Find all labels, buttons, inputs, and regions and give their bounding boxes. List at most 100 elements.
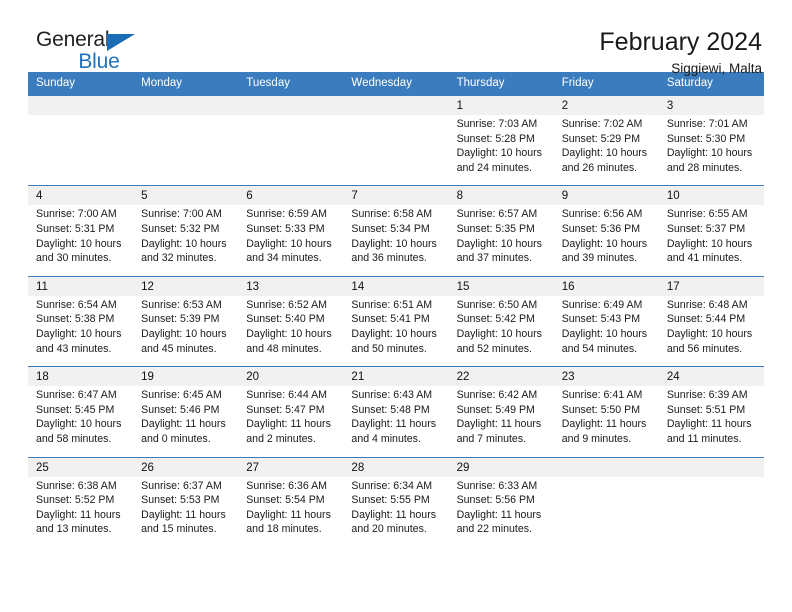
day-detail-cell[interactable]: Sunrise: 6:59 AM Sunset: 5:33 PM Daylight:… [238, 205, 344, 277]
day-number[interactable]: 25 [28, 456, 134, 477]
sunset-text: Sunset: 5:30 PM [666, 132, 746, 145]
page-header: General Blue February 2024 Siggiewi, Mal… [28, 0, 764, 76]
sunset-text: Sunset: 5:28 PM [456, 132, 535, 145]
day-detail-cell[interactable]: Sunrise: 6:48 AM Sunset: 5:44 PM Daylight:… [658, 295, 764, 367]
day-number[interactable]: 17 [658, 275, 764, 296]
day-number[interactable]: 4 [28, 185, 134, 206]
day-number[interactable]: 24 [658, 366, 764, 387]
day-number[interactable]: 10 [658, 185, 764, 206]
weekday-header-wednesday: Wednesday [343, 72, 449, 96]
week-daynumber-row: 25 26 27 28 29 [28, 456, 764, 477]
day-number-empty [238, 95, 344, 115]
day-number[interactable]: 27 [238, 456, 344, 477]
sunset-text: Sunset: 5:55 PM [351, 494, 430, 507]
sunrise-text: Sunrise: 6:51 AM [351, 298, 433, 311]
sunset-text: Sunset: 5:52 PM [36, 494, 115, 507]
day-detail-cell[interactable]: Sunrise: 6:44 AM Sunset: 5:47 PM Daylight:… [238, 386, 344, 457]
day-number[interactable]: 7 [343, 185, 449, 206]
day-detail-cell[interactable]: Sunrise: 6:50 AM Sunset: 5:42 PM Daylight:… [448, 295, 554, 367]
day-detail-cell[interactable]: Sunrise: 6:49 AM Sunset: 5:43 PM Daylight:… [553, 295, 659, 367]
day-number[interactable]: 28 [343, 456, 449, 477]
sunrise-text: Sunrise: 6:57 AM [456, 208, 538, 221]
sunrise-text: Sunrise: 6:38 AM [36, 479, 117, 492]
day-number[interactable]: 26 [133, 456, 239, 477]
day-detail-cell[interactable]: Sunrise: 6:47 AM Sunset: 5:45 PM Daylight:… [28, 386, 134, 457]
general-blue-logo[interactable]: General Blue [28, 28, 156, 73]
sunset-text: Sunset: 5:46 PM [141, 403, 220, 416]
day-number[interactable]: 29 [448, 456, 554, 477]
day-number-empty [343, 95, 449, 115]
day-number[interactable]: 16 [553, 275, 659, 296]
sunrise-text: Sunrise: 6:44 AM [246, 389, 327, 402]
sunset-text: Sunset: 5:48 PM [351, 403, 430, 416]
day-number[interactable]: 3 [658, 95, 764, 115]
sunset-text: Sunset: 5:45 PM [36, 403, 115, 416]
weekday-header-sunday: Sunday [28, 72, 134, 96]
day-detail-cell[interactable]: Sunrise: 6:38 AM Sunset: 5:52 PM Daylight:… [28, 476, 134, 547]
day-number[interactable]: 5 [133, 185, 239, 206]
day-detail-cell[interactable]: Sunrise: 7:00 AM Sunset: 5:32 PM Daylight:… [133, 205, 239, 277]
day-detail-cell[interactable]: Sunrise: 6:55 AM Sunset: 5:37 PM Daylight:… [658, 205, 764, 277]
day-number[interactable]: 23 [553, 366, 659, 387]
day-detail-cell[interactable]: Sunrise: 6:57 AM Sunset: 5:35 PM Daylight:… [448, 205, 554, 277]
daylight-text: Daylight: 11 hours and 11 minutes. [666, 418, 752, 445]
daylight-text: Daylight: 10 hours and 32 minutes. [141, 237, 227, 265]
day-number[interactable]: 22 [448, 366, 554, 387]
day-detail-cell[interactable]: Sunrise: 6:58 AM Sunset: 5:34 PM Daylight:… [343, 205, 449, 277]
day-detail-cell[interactable]: Sunrise: 6:42 AM Sunset: 5:49 PM Daylight:… [448, 386, 554, 457]
day-detail-cell[interactable]: Sunrise: 6:33 AM Sunset: 5:56 PM Daylight:… [448, 476, 554, 547]
day-detail-cell-empty [133, 115, 239, 186]
sunset-text: Sunset: 5:31 PM [36, 222, 115, 235]
day-number[interactable]: 13 [238, 275, 344, 296]
day-detail-cell[interactable]: Sunrise: 6:34 AM Sunset: 5:55 PM Daylight:… [343, 476, 449, 547]
day-number[interactable]: 2 [553, 95, 659, 115]
week-detail-row: Sunrise: 6:38 AM Sunset: 5:52 PM Daylight:… [28, 476, 764, 547]
day-detail-cell[interactable]: Sunrise: 6:54 AM Sunset: 5:38 PM Daylight:… [28, 295, 134, 367]
sunset-text: Sunset: 5:51 PM [666, 403, 746, 416]
day-detail-cell[interactable]: Sunrise: 7:03 AM Sunset: 5:28 PM Daylight:… [448, 115, 554, 186]
sunset-text: Sunset: 5:50 PM [561, 403, 641, 416]
day-detail-cell[interactable]: Sunrise: 7:01 AM Sunset: 5:30 PM Daylight:… [658, 115, 764, 186]
sunrise-text: Sunrise: 6:55 AM [666, 208, 748, 221]
weekday-header-thursday: Thursday [448, 72, 554, 96]
day-detail-cell-empty [28, 115, 134, 186]
page-title: February 2024 [599, 28, 762, 56]
day-detail-cell[interactable]: Sunrise: 6:53 AM Sunset: 5:39 PM Daylight:… [133, 295, 239, 367]
day-number[interactable]: 14 [343, 275, 449, 296]
day-number[interactable]: 19 [133, 366, 239, 387]
sunset-text: Sunset: 5:43 PM [561, 313, 641, 326]
day-number[interactable]: 18 [28, 366, 134, 387]
day-detail-cell[interactable]: Sunrise: 6:52 AM Sunset: 5:40 PM Daylight:… [238, 295, 344, 367]
day-detail-cell[interactable]: Sunrise: 7:02 AM Sunset: 5:29 PM Daylight:… [553, 115, 659, 186]
day-detail-cell[interactable]: Sunrise: 6:43 AM Sunset: 5:48 PM Daylight:… [343, 386, 449, 457]
daylight-text: Daylight: 10 hours and 56 minutes. [666, 327, 753, 355]
day-number[interactable]: 21 [343, 366, 449, 387]
day-number[interactable]: 1 [448, 95, 554, 115]
sunrise-text: Sunrise: 6:39 AM [666, 389, 748, 402]
day-number[interactable]: 8 [448, 185, 554, 206]
daylight-text: Daylight: 11 hours and 0 minutes. [141, 418, 226, 445]
day-detail-cell[interactable]: Sunrise: 6:36 AM Sunset: 5:54 PM Daylight:… [238, 476, 344, 547]
day-detail-cell[interactable]: Sunrise: 6:39 AM Sunset: 5:51 PM Daylight:… [658, 386, 764, 457]
day-detail-cell[interactable]: Sunrise: 6:56 AM Sunset: 5:36 PM Daylight:… [553, 205, 659, 277]
daylight-text: Daylight: 10 hours and 24 minutes. [456, 147, 542, 174]
page-subtitle: Siggiewi, Malta [671, 61, 762, 76]
day-detail-cell[interactable]: Sunrise: 6:45 AM Sunset: 5:46 PM Daylight:… [133, 386, 239, 457]
day-detail-cell[interactable]: Sunrise: 6:51 AM Sunset: 5:41 PM Daylight:… [343, 295, 449, 367]
sunrise-text: Sunrise: 6:47 AM [36, 389, 117, 402]
day-detail-cell[interactable]: Sunrise: 6:41 AM Sunset: 5:50 PM Daylight:… [553, 386, 659, 457]
daylight-text: Daylight: 10 hours and 28 minutes. [666, 147, 753, 174]
sunset-text: Sunset: 5:36 PM [561, 222, 641, 235]
day-number[interactable]: 20 [238, 366, 344, 387]
day-number[interactable]: 9 [553, 185, 659, 206]
sunrise-text: Sunrise: 6:53 AM [141, 298, 222, 311]
day-detail-cell[interactable]: Sunrise: 7:00 AM Sunset: 5:31 PM Daylight:… [28, 205, 134, 277]
day-number[interactable]: 15 [448, 275, 554, 296]
day-number[interactable]: 6 [238, 185, 344, 206]
daylight-text: Daylight: 11 hours and 15 minutes. [141, 508, 226, 536]
daylight-text: Daylight: 10 hours and 48 minutes. [246, 327, 332, 355]
day-detail-cell[interactable]: Sunrise: 6:37 AM Sunset: 5:53 PM Daylight:… [133, 476, 239, 547]
day-number[interactable]: 12 [133, 275, 239, 296]
day-number[interactable]: 11 [28, 275, 134, 296]
sunrise-text: Sunrise: 6:41 AM [561, 389, 643, 402]
